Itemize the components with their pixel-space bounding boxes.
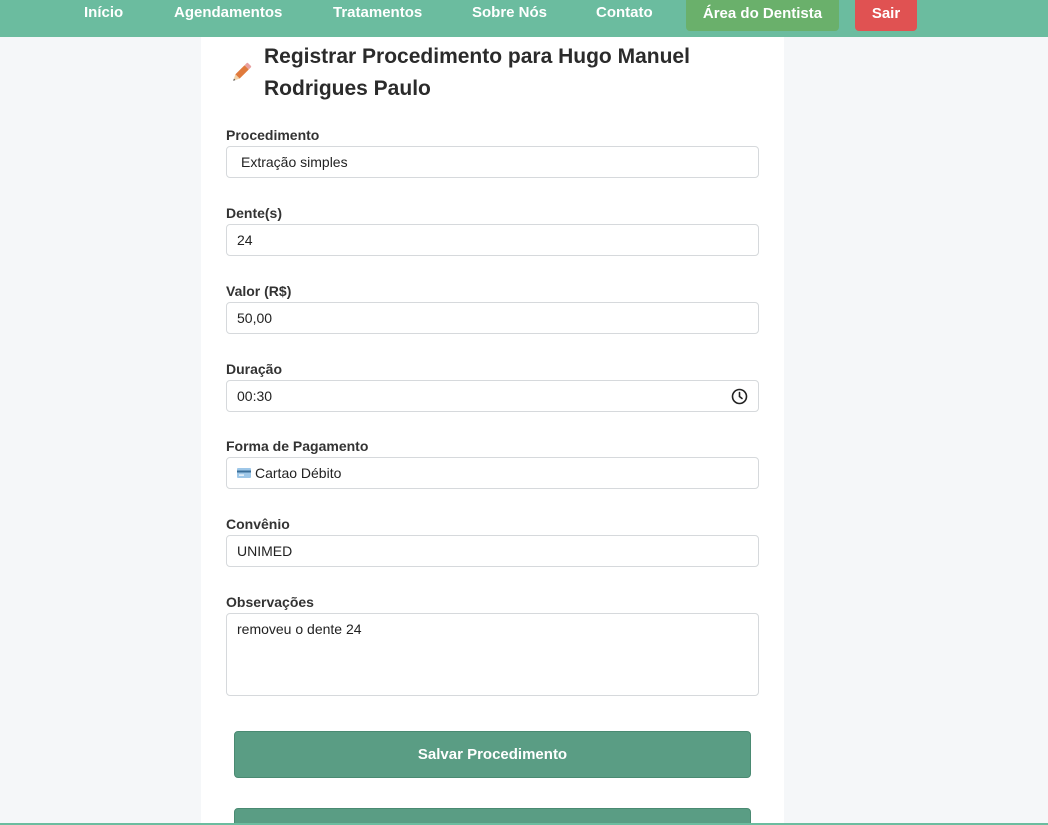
insurance-value: UNIMED [237,543,293,559]
duration-input[interactable]: 00:30 [226,380,759,412]
notes-textarea[interactable]: removeu o dente 24 [226,613,759,696]
nav-link-about[interactable]: Sobre Nós [472,0,547,28]
nav-link-home[interactable]: Início [84,0,123,28]
nav-link-treatments[interactable]: Tratamentos [333,0,422,28]
duration-label: Duração [226,361,283,377]
nav-link-appointments[interactable]: Agendamentos [174,0,282,28]
clock-icon[interactable] [731,388,748,405]
payment-select[interactable]: Cartao Débito [226,457,759,489]
duration-value: 00:30 [237,388,273,404]
dentist-area-button[interactable]: Área do Dentista [686,0,839,31]
top-navigation-bar: Início Agendamentos Tratamentos Sobre Nó… [0,0,1048,37]
logout-button[interactable]: Sair [855,0,917,31]
pencil-icon [233,62,252,81]
teeth-value: 24 [237,232,253,248]
page-title: Registrar Procedimento para Hugo Manuel … [264,41,734,105]
price-value: 50,00 [237,310,273,326]
notes-label: Observações [226,594,314,610]
notes-value: removeu o dente 24 [237,621,362,637]
save-procedure-button[interactable]: Salvar Procedimento [234,731,751,778]
payment-label: Forma de Pagamento [226,438,369,454]
nav-link-contact[interactable]: Contato [596,0,653,28]
teeth-input[interactable]: 24 [226,224,759,256]
page-title-line-2: Rodrigues Paulo [264,77,431,100]
credit-card-icon [237,468,251,479]
insurance-input[interactable]: UNIMED [226,535,759,567]
price-input[interactable]: 50,00 [226,302,759,334]
procedure-select[interactable]: Extração simples [226,146,759,178]
page-title-line-1: Registrar Procedimento para Hugo Manuel [264,45,690,68]
insurance-label: Convênio [226,516,290,532]
payment-value: Cartao Débito [255,465,342,481]
price-label: Valor (R$) [226,283,292,299]
teeth-label: Dente(s) [226,205,283,221]
procedure-label: Procedimento [226,127,320,143]
procedure-value: Extração simples [241,154,348,170]
